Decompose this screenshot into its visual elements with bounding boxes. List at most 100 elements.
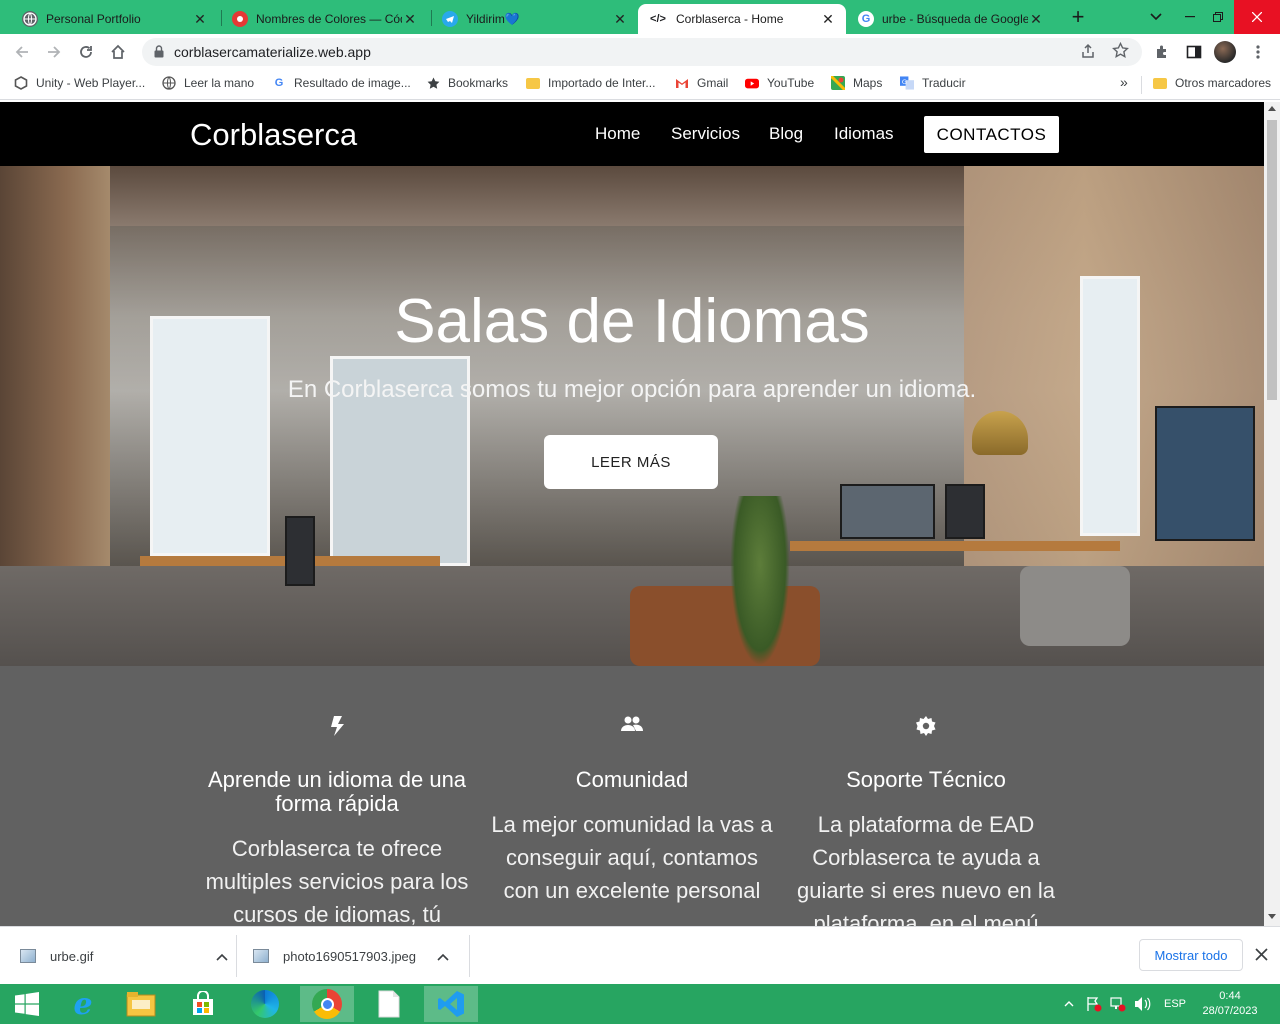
close-icon[interactable]: ✕ <box>612 11 628 28</box>
input-language-indicator[interactable]: ESP <box>1164 998 1186 1010</box>
windows-taskbar: e ESP 0:44 28/07/2023 <box>0 984 1280 1024</box>
tab-urbe-google[interactable]: G urbe - Búsqueda de Google ✕ <box>848 4 1054 34</box>
feature-title: Comunidad <box>575 767 689 792</box>
internet-explorer-icon[interactable]: e <box>56 986 110 1022</box>
bookmark-gmail[interactable]: Gmail <box>675 76 728 90</box>
google-icon: G <box>858 11 874 27</box>
bookmark-traducir[interactable]: G Traducir <box>900 76 966 90</box>
bookmark-label: Otros marcadores <box>1175 76 1272 90</box>
share-icon[interactable] <box>1080 43 1096 64</box>
restore-button[interactable] <box>1198 0 1238 34</box>
file-explorer-icon[interactable] <box>114 986 168 1022</box>
edge-icon[interactable] <box>238 986 292 1022</box>
bookmark-label: YouTube <box>767 76 815 90</box>
close-icon[interactable] <box>1255 948 1268 966</box>
page-scrollbar[interactable] <box>1264 102 1280 926</box>
gmail-icon <box>675 76 689 90</box>
bookmarks-bar: Unity - Web Player... Leer la mano G Res… <box>0 70 1280 100</box>
nav-link-home[interactable]: Home <box>595 124 640 144</box>
action-center-flag-icon[interactable] <box>1086 996 1102 1015</box>
close-icon[interactable]: ✕ <box>192 11 208 28</box>
bookmark-importado[interactable]: Importado de Inter... <box>526 76 655 90</box>
menu-dots-icon[interactable] <box>1246 40 1270 64</box>
hero-tv-screen <box>1155 406 1255 541</box>
store-icon[interactable] <box>176 986 230 1022</box>
hero-desk <box>790 541 1120 551</box>
bookmark-otros-marcadores[interactable]: Otros marcadores <box>1153 76 1271 90</box>
bookmarks-overflow-button[interactable]: » <box>1120 74 1128 90</box>
volume-icon[interactable] <box>1134 996 1152 1015</box>
windows-start-icon[interactable] <box>0 986 54 1022</box>
nav-link-blog[interactable]: Blog <box>769 124 803 144</box>
forward-arrow-icon[interactable] <box>42 40 66 64</box>
show-all-downloads-button[interactable]: Mostrar todo <box>1139 939 1243 971</box>
bookmark-leer-la-mano[interactable]: Leer la mano <box>162 76 254 90</box>
contact-button[interactable]: CONTACTOS <box>924 116 1059 153</box>
close-icon[interactable]: ✕ <box>820 11 836 28</box>
scrollbar-thumb[interactable] <box>1267 120 1277 400</box>
network-icon[interactable] <box>1110 996 1126 1015</box>
code-icon: </> <box>650 13 666 25</box>
download-shelf: urbe.gif photo1690517903.jpeg Mostrar to… <box>0 926 1280 984</box>
vscode-icon[interactable] <box>424 986 478 1022</box>
hero-subtitle: En Corblaserca somos tu mejor opción par… <box>287 376 977 403</box>
extensions-icon[interactable] <box>1150 40 1174 64</box>
feature-text: Corblaserca te ofrece multiples servicio… <box>205 836 469 926</box>
hero-monitor <box>285 516 315 586</box>
tab-yildirim[interactable]: Yildirim💙 ✕ <box>432 4 638 34</box>
scroll-down-arrow-icon[interactable] <box>1268 914 1276 919</box>
avatar[interactable] <box>1213 40 1237 64</box>
folder-icon <box>526 76 540 90</box>
tab-corblaserca-home[interactable]: </> Corblaserca - Home ✕ <box>638 4 846 34</box>
address-bar[interactable]: corblasercamaterialize.web.app <box>142 38 1142 66</box>
bookmark-star-icon[interactable] <box>1112 41 1129 64</box>
settings-icon <box>781 716 1071 744</box>
close-icon[interactable]: ✕ <box>402 11 418 28</box>
tab-nombres-de-colores[interactable]: Nombres de Colores — Cód ✕ <box>222 4 428 34</box>
bookmark-label: Traducir <box>922 76 966 90</box>
chevron-up-icon[interactable] <box>1064 998 1074 1010</box>
tab-personal-portfolio[interactable]: Personal Portfolio ✕ <box>12 4 218 34</box>
new-tab-button[interactable]: + <box>1058 0 1098 34</box>
image-file-icon <box>20 949 36 963</box>
close-window-button[interactable] <box>1234 0 1280 34</box>
download-item-photo-jpeg[interactable]: photo1690517903.jpeg <box>253 927 453 985</box>
scroll-up-arrow-icon[interactable] <box>1268 106 1276 111</box>
feature-title: Aprende un idioma de una forma rápida <box>207 767 467 816</box>
document-icon[interactable] <box>362 986 416 1022</box>
tab-title: Yildirim💙 <box>466 12 520 26</box>
bookmark-unity[interactable]: Unity - Web Player... <box>14 76 145 90</box>
clock-date: 28/07/2023 <box>1202 1005 1258 1017</box>
site-brand-logo[interactable]: Corblaserca <box>190 117 357 153</box>
nav-link-languages[interactable]: Idiomas <box>834 124 894 144</box>
flash-icon <box>192 716 482 744</box>
chrome-icon[interactable] <box>300 986 354 1022</box>
clock-time: 0:44 <box>1219 990 1241 1002</box>
chevron-up-icon[interactable] <box>216 949 232 964</box>
bookmark-label: Leer la mano <box>184 76 255 90</box>
group-icon <box>487 716 777 744</box>
svg-text:G: G <box>902 78 907 86</box>
nav-link-services[interactable]: Servicios <box>671 124 740 144</box>
reload-icon[interactable] <box>74 40 98 64</box>
bookmark-label: Resultado de image... <box>294 76 411 90</box>
tab-title: Personal Portfolio <box>46 12 141 26</box>
globe-icon <box>22 11 38 27</box>
bookmarks-divider <box>1141 76 1142 94</box>
feature-title: Soporte Técnico <box>846 767 1006 792</box>
lock-icon[interactable] <box>154 45 164 58</box>
bookmark-youtube[interactable]: YouTube <box>745 76 814 90</box>
url-text[interactable]: corblasercamaterialize.web.app <box>174 44 371 60</box>
back-arrow-icon[interactable] <box>10 40 34 64</box>
taskbar-clock[interactable]: 0:44 28/07/2023 <box>1195 989 1265 1019</box>
home-icon[interactable] <box>106 40 130 64</box>
side-panel-icon[interactable] <box>1182 40 1206 64</box>
close-icon[interactable]: ✕ <box>1028 11 1044 28</box>
bookmark-resultado-de-imagen[interactable]: G Resultado de image... <box>272 76 411 90</box>
download-item-urbe-gif[interactable]: urbe.gif <box>20 927 232 985</box>
chevron-up-icon[interactable] <box>437 949 453 964</box>
download-divider <box>236 935 237 977</box>
bookmark-bookmarks[interactable]: Bookmarks <box>426 76 508 90</box>
read-more-button[interactable]: LEER MÁS <box>544 435 718 489</box>
bookmark-maps[interactable]: Maps <box>831 76 882 90</box>
